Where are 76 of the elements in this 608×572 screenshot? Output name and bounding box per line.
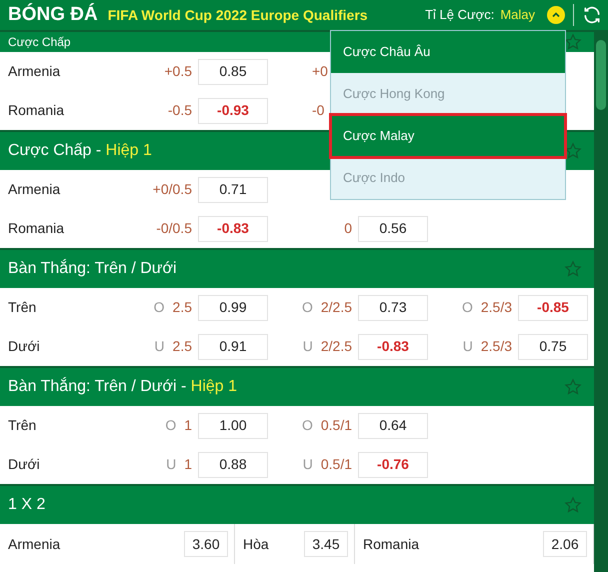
handicap-line: 2.5/3 [480, 337, 512, 356]
line-prefix: U [462, 337, 473, 356]
section-title: Bàn Thắng: Trên / Dưới - Hiệp 1 [8, 376, 238, 397]
odds-type-value: Malay [500, 6, 535, 24]
dropdown-toggle[interactable] [547, 6, 565, 24]
handicap-line: +0 [312, 62, 328, 81]
chevron-up-icon [551, 10, 561, 20]
line-prefix: O [302, 416, 313, 435]
odds-button[interactable]: 0.56 [358, 216, 428, 242]
handicap-line: 2/2.5 [320, 298, 352, 317]
odds-button[interactable]: 3.45 [304, 531, 348, 557]
odds-button[interactable]: -0.83 [358, 334, 428, 360]
odds-button[interactable]: 0.88 [198, 452, 268, 478]
handicap-line: +0/0.5 [152, 180, 192, 199]
section-title: Cược Chấp - Hiệp 1 [8, 141, 152, 161]
handicap-line: -0/0.5 [156, 219, 192, 238]
section-title: Bàn Thắng: Trên / Dưới [8, 258, 177, 279]
handicap-line: 1 [184, 455, 192, 474]
sport-title: BÓNG ĐÁ [8, 2, 98, 27]
handicap-line: -0 [312, 101, 324, 120]
handicap-line: 2.5/3 [480, 298, 512, 317]
odds-button[interactable]: 0.99 [198, 294, 268, 320]
handicap-line: +0.5 [164, 62, 192, 81]
handicap-line: 2.5 [172, 337, 192, 356]
row-label: Trên [7, 416, 38, 435]
odds-type-label: Tỉ Lệ Cược: [425, 6, 494, 24]
odds-button[interactable]: 0.75 [518, 334, 588, 360]
line-prefix: O [165, 416, 176, 435]
section-title: 1 X 2 [8, 495, 46, 515]
line-prefix: O [154, 298, 165, 317]
row-label: Dưới [7, 455, 41, 474]
outcome-label: Romania [363, 534, 420, 554]
outcome-label: Armenia [8, 534, 60, 554]
odds-button[interactable]: -0.83 [198, 216, 268, 242]
handicap-line: 0.5/1 [320, 416, 352, 435]
odds-button[interactable]: 0.73 [358, 294, 428, 320]
odds-button[interactable]: 0.64 [358, 412, 428, 438]
scrollbar-thumb[interactable] [596, 40, 606, 110]
odds-button[interactable]: 0.71 [198, 176, 268, 202]
competition-title: FIFA World Cup 2022 Europe Qualifiers [108, 6, 368, 25]
odds-button[interactable]: 2.06 [543, 531, 587, 557]
row-label: Dưới [7, 337, 41, 356]
refresh-icon[interactable] [582, 5, 602, 25]
row-label: Armenia [7, 62, 62, 81]
line-prefix: O [462, 298, 473, 317]
handicap-line: 2.5 [172, 298, 192, 317]
star-icon[interactable] [564, 142, 582, 160]
odds-button[interactable]: -0.76 [358, 452, 428, 478]
section-title: Cược Chấp [8, 36, 71, 48]
menu-item[interactable]: Cược Malay [331, 115, 565, 157]
handicap-line: 0 [344, 219, 352, 238]
line-prefix: U [154, 337, 165, 356]
line-prefix: O [302, 298, 313, 317]
star-icon[interactable] [564, 260, 582, 278]
odds-button[interactable]: -0.85 [518, 294, 588, 320]
row-label: Romania [7, 219, 66, 238]
star-icon[interactable] [564, 496, 582, 514]
line-prefix: U [302, 337, 313, 356]
odds-button[interactable]: 3.60 [184, 531, 228, 557]
row-label: Armenia [7, 180, 62, 199]
row-label: Trên [7, 298, 38, 317]
row-label: Romania [7, 101, 66, 120]
star-icon[interactable] [564, 33, 582, 51]
handicap-line: -0.5 [168, 101, 192, 120]
menu-item[interactable]: Cược Châu Âu [331, 31, 565, 73]
line-prefix: U [302, 455, 313, 474]
star-icon[interactable] [564, 378, 582, 396]
odds-button[interactable]: 0.85 [198, 58, 268, 84]
handicap-line: 2/2.5 [320, 337, 352, 356]
odds-button[interactable]: 1.00 [198, 412, 268, 438]
handicap-line: 0.5/1 [320, 455, 352, 474]
odds-button[interactable]: 0.91 [198, 334, 268, 360]
line-prefix: U [166, 455, 176, 474]
outcome-label: Hòa [243, 534, 269, 554]
handicap-line: 1 [184, 416, 192, 435]
odds-button[interactable]: -0.93 [198, 98, 268, 124]
